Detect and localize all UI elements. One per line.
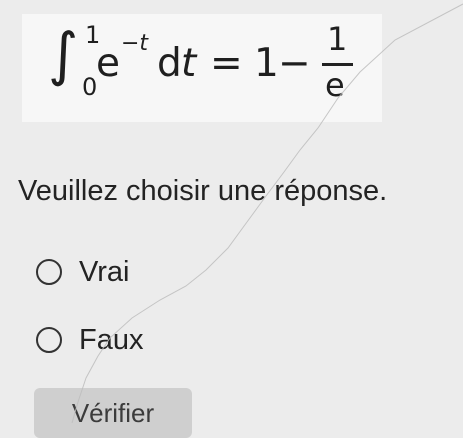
fraction-denominator: e — [325, 66, 345, 104]
fraction-numerator: 1 — [327, 20, 348, 58]
equals-sign: = — [210, 41, 243, 86]
question-prompt: Veuillez choisir une réponse. — [18, 175, 388, 207]
constant-one: 1 — [254, 41, 279, 86]
lower-limit: 0 — [82, 73, 98, 101]
option-vrai[interactable]: Vrai — [36, 255, 130, 289]
minus-sign: − — [278, 41, 311, 86]
integral-sign: ∫ — [48, 20, 79, 88]
equation: ∫ 1 0 e −t d t = 1 − 1 e — [42, 22, 362, 114]
radio-button-faux[interactable] — [36, 327, 62, 353]
option-faux[interactable]: Faux — [36, 323, 143, 357]
exponent: −t — [121, 31, 149, 56]
verify-button[interactable]: Vérifier — [34, 388, 192, 438]
exponential-base: e — [96, 41, 120, 86]
differential-d: d — [157, 41, 182, 86]
option-label-faux: Faux — [79, 323, 144, 356]
option-label-vrai: Vrai — [79, 255, 130, 288]
radio-button-vrai[interactable] — [36, 259, 62, 285]
differential-variable: t — [181, 41, 197, 86]
